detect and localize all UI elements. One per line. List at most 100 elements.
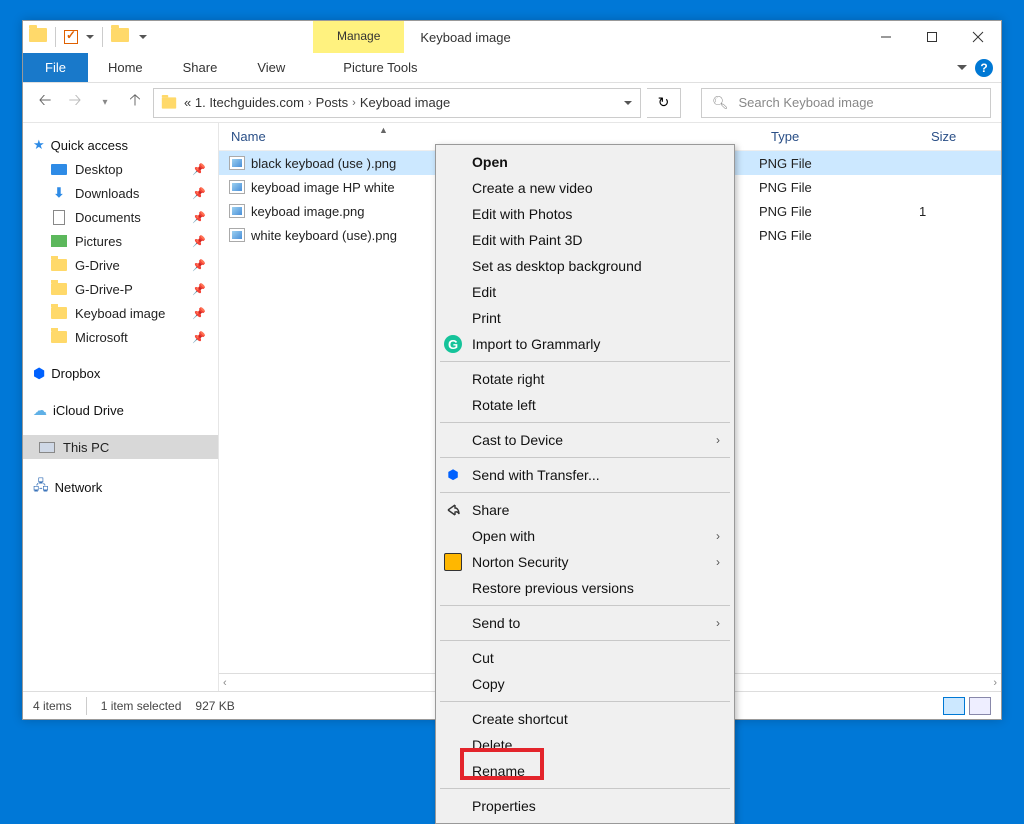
- customize-qat-icon[interactable]: [139, 35, 147, 39]
- help-icon[interactable]: ?: [975, 59, 993, 77]
- desktop-icon: [51, 164, 67, 175]
- pin-icon: 📌: [192, 187, 206, 200]
- tab-share[interactable]: Share: [163, 53, 238, 82]
- cm-print[interactable]: Print: [436, 305, 734, 331]
- tab-file[interactable]: File: [23, 53, 88, 82]
- star-icon: ★: [33, 137, 45, 153]
- submenu-arrow-icon: ›: [716, 616, 720, 630]
- cm-cast[interactable]: Cast to Device›: [436, 427, 734, 453]
- title-bar: Manage Keyboad image: [23, 21, 1001, 53]
- cm-create-shortcut[interactable]: Create shortcut: [436, 706, 734, 732]
- ribbon-collapse-icon[interactable]: [957, 65, 967, 70]
- cm-copy[interactable]: Copy: [436, 671, 734, 697]
- search-input[interactable]: 🔍︎ Search Keyboad image: [701, 88, 991, 118]
- history-dropdown-icon[interactable]: ▾: [93, 91, 117, 115]
- cm-edit-photos[interactable]: Edit with Photos: [436, 201, 734, 227]
- cm-delete[interactable]: Delete: [436, 732, 734, 758]
- download-icon: ⬇: [51, 185, 67, 201]
- chevron-right-icon[interactable]: ›: [352, 97, 356, 109]
- address-bar[interactable]: « 1. Itechguides.com › Posts › Keyboad i…: [153, 88, 641, 118]
- forward-button[interactable]: 🡢: [63, 91, 87, 115]
- breadcrumb-segment[interactable]: Keyboad image: [360, 95, 450, 110]
- tab-picture-tools[interactable]: Picture Tools: [323, 53, 437, 82]
- context-menu: Open Create a new video Edit with Photos…: [435, 144, 735, 824]
- breadcrumb-segment[interactable]: 1. Itechguides.com: [195, 95, 304, 110]
- details-view-icon[interactable]: [943, 697, 965, 715]
- pin-icon: 📌: [192, 331, 206, 344]
- cm-rename[interactable]: Rename: [436, 758, 734, 784]
- nav-dropbox[interactable]: ⬢Dropbox: [23, 361, 218, 386]
- maximize-button[interactable]: [909, 21, 955, 53]
- window-title: Keyboad image: [404, 21, 863, 53]
- folder-icon: [162, 97, 176, 108]
- cm-edit[interactable]: Edit: [436, 279, 734, 305]
- close-button[interactable]: [955, 21, 1001, 53]
- nav-item-downloads[interactable]: ⬇Downloads📌: [23, 181, 218, 205]
- cm-norton[interactable]: Norton Security›: [436, 549, 734, 575]
- pin-icon: 📌: [192, 235, 206, 248]
- status-selected: 1 item selected: [101, 699, 182, 713]
- column-size[interactable]: Size: [919, 129, 968, 144]
- nav-item-microsoft[interactable]: Microsoft📌: [23, 325, 218, 349]
- minimize-button[interactable]: [863, 21, 909, 53]
- back-button[interactable]: 🡠: [33, 91, 57, 115]
- breadcrumb-segment[interactable]: Posts: [316, 95, 349, 110]
- refresh-button[interactable]: ↻: [647, 88, 681, 118]
- cm-restore[interactable]: Restore previous versions: [436, 575, 734, 601]
- cm-rotate-left[interactable]: Rotate left: [436, 392, 734, 418]
- nav-item-gdrive[interactable]: G-Drive📌: [23, 253, 218, 277]
- nav-item-documents[interactable]: Documents📌: [23, 205, 218, 229]
- cm-grammarly[interactable]: GImport to Grammarly: [436, 331, 734, 357]
- qat-dropdown-icon[interactable]: [86, 35, 94, 39]
- image-file-icon: [229, 156, 245, 170]
- address-dropdown-icon[interactable]: [624, 101, 632, 105]
- nav-network[interactable]: 🖧Network: [23, 471, 218, 503]
- folder-icon: [51, 331, 67, 343]
- up-button[interactable]: 🡡: [123, 91, 147, 115]
- cm-cut[interactable]: Cut: [436, 645, 734, 671]
- pc-icon: [39, 442, 55, 453]
- folder-icon: [51, 307, 67, 319]
- nav-this-pc[interactable]: This PC: [23, 435, 218, 459]
- nav-item-keyboad-image[interactable]: Keyboad image📌: [23, 301, 218, 325]
- navigation-pane: ★ Quick access Desktop📌 ⬇Downloads📌 Docu…: [23, 123, 219, 691]
- submenu-arrow-icon: ›: [716, 529, 720, 543]
- nav-item-pictures[interactable]: Pictures📌: [23, 229, 218, 253]
- sort-indicator-icon: ▲: [379, 125, 388, 135]
- cm-edit-paint3d[interactable]: Edit with Paint 3D: [436, 227, 734, 253]
- cm-open[interactable]: Open: [436, 149, 734, 175]
- search-icon: 🔍︎: [712, 95, 729, 111]
- cm-share[interactable]: Share: [436, 497, 734, 523]
- document-icon: [53, 210, 65, 225]
- cm-properties[interactable]: Properties: [436, 793, 734, 819]
- cm-send-transfer[interactable]: ⬢Send with Transfer...: [436, 462, 734, 488]
- nav-icloud[interactable]: ☁iCloud Drive: [23, 398, 218, 423]
- thumbnails-view-icon[interactable]: [969, 697, 991, 715]
- share-icon: [444, 501, 462, 519]
- status-size: 927 KB: [195, 699, 234, 713]
- contextual-tab-manage[interactable]: Manage: [313, 21, 404, 53]
- search-placeholder: Search Keyboad image: [739, 95, 874, 110]
- cm-send-to[interactable]: Send to›: [436, 610, 734, 636]
- status-item-count: 4 items: [33, 699, 72, 713]
- nav-quick-access[interactable]: ★ Quick access: [23, 133, 218, 157]
- nav-item-gdrive-p[interactable]: G-Drive-P📌: [23, 277, 218, 301]
- column-type[interactable]: Type: [759, 129, 811, 144]
- image-file-icon: [229, 204, 245, 218]
- submenu-arrow-icon: ›: [716, 555, 720, 569]
- chevron-right-icon[interactable]: ›: [308, 97, 312, 109]
- cm-open-with[interactable]: Open with›: [436, 523, 734, 549]
- nav-item-desktop[interactable]: Desktop📌: [23, 157, 218, 181]
- tab-home[interactable]: Home: [88, 53, 163, 82]
- pin-icon: 📌: [192, 283, 206, 296]
- submenu-arrow-icon: ›: [716, 433, 720, 447]
- cm-set-background[interactable]: Set as desktop background: [436, 253, 734, 279]
- pin-icon: 📌: [192, 259, 206, 272]
- properties-icon[interactable]: [64, 30, 78, 44]
- pin-icon: 📌: [192, 163, 206, 176]
- tab-view[interactable]: View: [237, 53, 305, 82]
- new-folder-icon[interactable]: [111, 28, 129, 46]
- cm-rotate-right[interactable]: Rotate right: [436, 366, 734, 392]
- cm-create-video[interactable]: Create a new video: [436, 175, 734, 201]
- ribbon-tabs: File Home Share View Picture Tools ?: [23, 53, 1001, 83]
